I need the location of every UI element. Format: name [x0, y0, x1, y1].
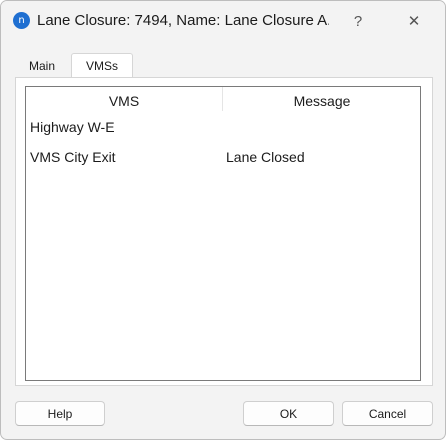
window-title: Lane Closure: 7494, Name: Lane Closure A… [37, 12, 329, 29]
table-row[interactable]: VMS City Exit Lane Closed [26, 144, 420, 170]
dialog-window: n Lane Closure: 7494, Name: Lane Closure… [0, 0, 446, 440]
tab-main[interactable]: Main [15, 55, 69, 77]
title-bar[interactable]: n Lane Closure: 7494, Name: Lane Closure… [1, 1, 445, 41]
close-icon: ✕ [407, 13, 421, 30]
vms-cell: Highway W-E [30, 119, 115, 135]
help-button[interactable]: Help [15, 401, 105, 426]
column-header-vms[interactable]: VMS [26, 87, 222, 111]
app-icon: n [13, 12, 30, 29]
vms-cell: VMS City Exit [30, 149, 116, 165]
list-header: VMS Message [26, 87, 420, 111]
column-header-message[interactable]: Message [223, 87, 421, 111]
vms-list[interactable]: VMS Message Highway W-E VMS City Exit La… [25, 86, 421, 381]
cancel-button[interactable]: Cancel [342, 401, 433, 426]
help-title-button[interactable]: ? [335, 1, 381, 41]
tab-vmss[interactable]: VMSs [71, 53, 133, 77]
ok-button[interactable]: OK [243, 401, 334, 426]
vmss-tab-panel: VMS Message Highway W-E VMS City Exit La… [15, 77, 433, 386]
table-row[interactable]: Highway W-E [26, 114, 420, 140]
close-title-button[interactable]: ✕ [391, 1, 437, 41]
question-mark-icon: ? [353, 12, 363, 30]
message-cell: Lane Closed [226, 149, 305, 165]
